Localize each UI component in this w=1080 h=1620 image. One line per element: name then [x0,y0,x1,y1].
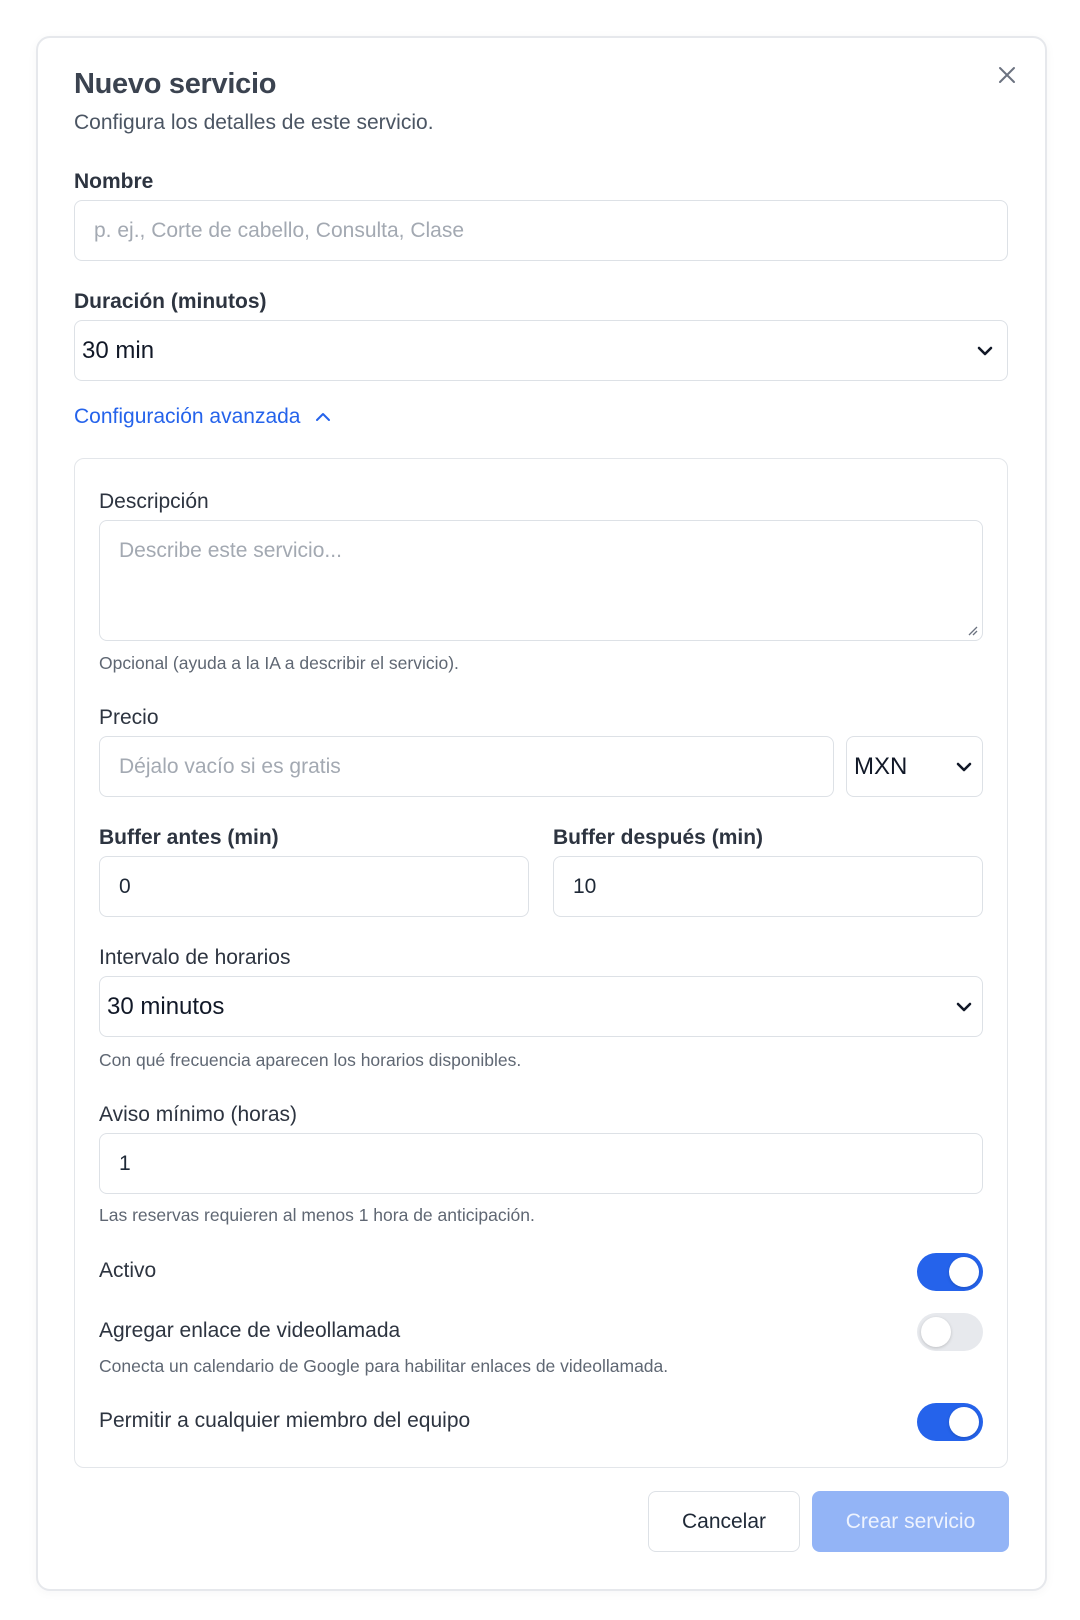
chevron-up-icon [315,413,330,421]
slot-interval-select[interactable]: 30 minutos [99,976,983,1037]
chevron-down-icon [977,345,993,357]
min-notice-input[interactable]: 1 [99,1133,983,1194]
dialog-title: Nuevo servicio [74,68,277,100]
price-input[interactable]: Déjalo vacío si es gratis [99,736,834,797]
price-placeholder: Déjalo vacío si es gratis [119,754,341,778]
resize-grip-icon[interactable] [966,624,978,636]
toggle-knob [949,1407,979,1437]
description-placeholder: Describe este servicio... [119,539,342,562]
toggle-knob [949,1257,979,1287]
any-member-label: Permitir a cualquier miembro del equipo [99,1409,471,1432]
active-toggle[interactable] [917,1253,983,1291]
slot-interval-label: Intervalo de horarios [99,946,291,969]
advanced-settings-toggle[interactable]: Configuración avanzada [74,405,331,429]
close-icon [999,67,1015,83]
name-placeholder: p. ej., Corte de cabello, Consulta, Clas… [94,218,465,242]
close-button[interactable] [992,60,1022,90]
name-label: Nombre [74,170,154,193]
active-label: Activo [99,1259,157,1282]
duration-select[interactable]: 30 min [74,320,1008,381]
buffer-before-label: Buffer antes (min) [99,826,279,849]
buffer-before-value: 0 [119,874,131,898]
advanced-settings-label: Configuración avanzada [74,405,301,428]
currency-select[interactable]: MXN [846,736,983,797]
create-service-button[interactable]: Crear servicio [812,1491,1009,1552]
any-member-toggle[interactable] [917,1403,983,1441]
description-textarea[interactable]: Describe este servicio... [99,520,983,641]
buffer-after-value: 10 [573,874,597,898]
video-link-label: Agregar enlace de videollamada [99,1319,401,1342]
buffer-after-input[interactable]: 10 [553,856,983,917]
description-label: Descripción [99,490,209,513]
cancel-button[interactable]: Cancelar [648,1491,800,1552]
chevron-down-icon [956,1001,972,1013]
currency-selected: MXN [854,752,908,780]
slot-interval-selected: 30 minutos [107,992,225,1020]
min-notice-label: Aviso mínimo (horas) [99,1103,298,1126]
video-link-help: Conecta un calendario de Google para hab… [99,1356,669,1376]
slot-interval-help: Con qué frecuencia aparecen los horarios… [99,1050,522,1070]
duration-label: Duración (minutos) [74,290,267,313]
chevron-down-icon [956,761,972,773]
min-notice-help: Las reservas requieren al menos 1 hora d… [99,1205,535,1225]
duration-selected: 30 min [82,336,155,364]
buffer-after-label: Buffer después (min) [553,826,764,849]
toggle-knob [921,1317,951,1347]
price-label: Precio [99,706,159,729]
buffer-before-input[interactable]: 0 [99,856,529,917]
min-notice-value: 1 [119,1151,131,1175]
dialog-subtitle: Configura los detalles de este servicio. [74,111,434,134]
name-input[interactable]: p. ej., Corte de cabello, Consulta, Clas… [74,200,1008,261]
video-link-toggle[interactable] [917,1313,983,1351]
description-help: Opcional (ayuda a la IA a describir el s… [99,653,459,673]
